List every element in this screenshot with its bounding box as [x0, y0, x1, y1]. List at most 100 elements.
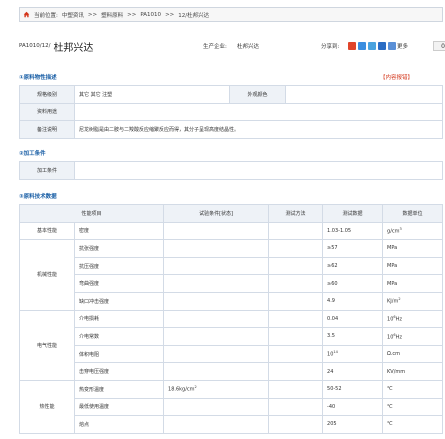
color-value: [285, 85, 443, 104]
test-value: 24: [322, 362, 384, 381]
property-item: 介电常数: [73, 327, 165, 346]
data-unit: ℃: [382, 415, 443, 434]
share-more-icon[interactable]: [388, 42, 396, 50]
test-value: 3.5: [322, 327, 384, 346]
data-unit: MPa: [382, 256, 443, 276]
data-unit-text: KV/mm: [387, 368, 406, 375]
table-row: 电气性能 介电损耗 0.04 106Hz: [19, 309, 443, 381]
property-item: 介电损耗: [73, 309, 165, 329]
test-method: [268, 239, 324, 258]
color-label: 外观颜色: [229, 85, 286, 104]
maker-value[interactable]: 杜邦兴达: [237, 42, 259, 50]
data-unit: ℃: [382, 397, 443, 417]
breadcrumb-item-material[interactable]: 塑料原料: [101, 11, 123, 19]
breadcrumb-separator: >>: [127, 11, 137, 18]
test-condition: [163, 362, 270, 381]
data-unit-text: ℃: [387, 403, 393, 410]
usage-label: 资料用途: [19, 102, 75, 122]
test-value-text: 24: [327, 368, 334, 375]
test-method: [268, 291, 324, 311]
grade-label: 规格级别: [19, 85, 75, 104]
property-item: 击穿电压强度: [73, 362, 165, 381]
test-value: -40: [322, 397, 384, 417]
table-row: 抗压强度 ≥62 MPa: [20, 256, 443, 276]
data-unit: Ω.cm: [382, 344, 443, 364]
property-item-text: 介电损耗: [79, 316, 100, 323]
data-unit-text: g/cm: [387, 228, 400, 235]
property-item-text: 最低使用温度: [79, 404, 110, 411]
data-unit: KV/mm: [382, 362, 443, 381]
test-value: 50-52: [322, 379, 384, 399]
property-item: 弯曲强度: [73, 274, 165, 293]
test-method: [268, 379, 324, 399]
test-method: [268, 221, 324, 241]
test-condition: [163, 415, 270, 434]
product-name: 杜邦兴达: [53, 42, 94, 54]
test-condition: [163, 344, 270, 364]
table-row: 介电常数 3.5 106Hz: [20, 327, 443, 346]
usage-value: [74, 102, 443, 122]
data-unit-text: ℃: [387, 386, 393, 393]
test-condition: [163, 256, 270, 276]
table-row: 体积电阻 1014 Ω.cm: [20, 344, 443, 364]
note-label: 备注说明: [19, 120, 75, 139]
desc-table: 规格级别 其它 其它 注塑 外观颜色 资料用途 备注说明 尼龙树脂是由二胺与二羧…: [19, 85, 443, 139]
product-code: PA1010/12/: [19, 43, 51, 49]
test-value-text: 4.9: [327, 298, 335, 305]
share-weibo-icon[interactable]: [348, 42, 356, 50]
test-value: ≥57: [322, 239, 384, 258]
data-unit: g/cm3: [382, 221, 443, 241]
home-icon[interactable]: [23, 11, 30, 18]
error-report-link[interactable]: 【内容报错】: [380, 73, 413, 81]
test-value-text: ≥62: [327, 263, 338, 270]
property-item-text: 熔点: [79, 421, 90, 428]
test-condition: [163, 397, 270, 417]
table-row: 热性能 热变形温度 18.6kg/cm2 50-52 ℃: [19, 379, 443, 434]
test-value: 0.04: [322, 309, 384, 329]
test-value-text: 3.5: [327, 333, 335, 340]
test-condition-sup: 2: [194, 385, 197, 390]
share-tencent-icon[interactable]: [368, 42, 376, 50]
property-item-text: 体积电阻: [79, 351, 100, 358]
group-label: 热性能: [19, 379, 75, 434]
data-unit-tail: Hz: [395, 334, 403, 341]
process-value: [74, 161, 443, 180]
breadcrumb-item-current: 12/杜邦兴达: [178, 12, 210, 19]
col-header-value: 测试数据: [322, 204, 384, 223]
property-item: 体积电阻: [73, 344, 165, 364]
test-method: [268, 415, 324, 434]
share-count: 0: [433, 41, 445, 51]
test-value-text: ≥60: [327, 280, 338, 287]
data-unit-tail: Hz: [395, 316, 403, 323]
share-qzone-icon[interactable]: [358, 42, 366, 50]
test-method: [268, 397, 324, 417]
group-label: 机械性能: [19, 239, 75, 311]
col-header-item: 性能项目: [18, 204, 165, 223]
section-desc-title: ①原料物性描述: [19, 75, 57, 81]
table-row: 击穿电压强度 24 KV/mm: [20, 362, 443, 381]
breadcrumb-item-news[interactable]: 中塑资讯: [62, 11, 84, 19]
property-item: 热变形温度: [73, 379, 165, 399]
data-unit-sup: 3: [399, 227, 402, 232]
data-unit: KJ/m2: [382, 291, 443, 311]
table-row: 熔点 205 ℃: [20, 415, 443, 434]
test-condition: [163, 291, 270, 311]
property-item: 密度: [73, 221, 165, 241]
data-unit-text: ℃: [387, 421, 393, 428]
share-renren-icon[interactable]: [378, 42, 386, 50]
data-unit: ℃: [382, 379, 443, 399]
process-table: 加工条件: [19, 161, 443, 180]
breadcrumb-item-pa1010[interactable]: PA1010: [140, 12, 161, 18]
test-method: [268, 256, 324, 276]
test-value: 4.9: [322, 291, 384, 311]
property-item-text: 密度: [79, 228, 90, 235]
data-unit: 106Hz: [382, 327, 443, 346]
property-item-text: 击穿电压强度: [79, 369, 110, 376]
test-value-text: 0.04: [327, 315, 339, 322]
breadcrumb-separator: >>: [165, 11, 175, 18]
test-condition: [163, 309, 270, 329]
test-value: ≥62: [322, 256, 384, 276]
share-more-link[interactable]: 更多: [397, 42, 408, 50]
test-value-sup: 14: [333, 350, 338, 355]
grade-value: 其它 其它 注塑: [74, 85, 230, 104]
